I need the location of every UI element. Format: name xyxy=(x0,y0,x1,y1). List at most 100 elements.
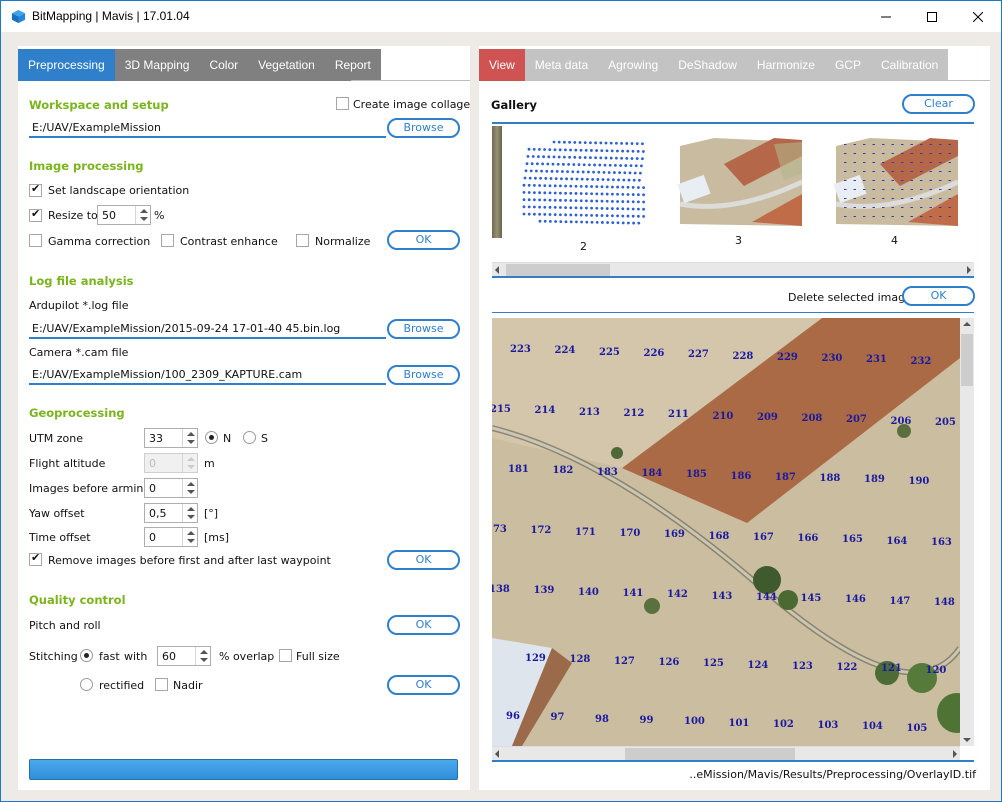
delete-selected-ok-button[interactable]: OK xyxy=(902,286,975,306)
spin-arrows-icon[interactable] xyxy=(195,647,210,665)
flight-point-dot xyxy=(585,220,589,224)
scroll-right-icon[interactable] xyxy=(967,266,971,274)
hemisphere-s-radio[interactable] xyxy=(243,431,256,444)
resize-spinbox[interactable]: 50 xyxy=(97,205,151,225)
flight-point-dot xyxy=(556,162,560,166)
spin-arrows-icon[interactable] xyxy=(182,429,197,447)
overlay-point-mark xyxy=(891,144,894,145)
gallery-thumbnail-flight-points[interactable] xyxy=(522,136,652,231)
flight-point-dot xyxy=(637,193,640,197)
scroll-down-icon[interactable] xyxy=(963,738,971,742)
overlay-vertical-scrollbar[interactable] xyxy=(960,318,974,746)
tab-view[interactable]: View xyxy=(479,49,525,81)
overlay-point-mark xyxy=(844,171,847,172)
contrast-checkbox[interactable] xyxy=(161,234,174,247)
tab-3d-mapping[interactable]: 3D Mapping xyxy=(114,49,200,81)
gallery-thumbnail-overlay[interactable] xyxy=(830,134,958,232)
camera-browse-button[interactable]: Browse xyxy=(387,365,460,385)
flight-point-dot xyxy=(547,155,551,159)
progress-bar xyxy=(29,759,458,780)
spin-arrows-icon[interactable] xyxy=(182,504,197,522)
flight-point-dot xyxy=(522,205,526,209)
overlay-point-mark xyxy=(910,171,913,172)
stitch-fast-radio[interactable] xyxy=(80,649,93,662)
overlap-spinbox[interactable]: 60 xyxy=(157,646,211,666)
overlay-horizontal-scrollbar[interactable] xyxy=(492,746,960,760)
pitch-roll-ok-button[interactable]: OK xyxy=(387,615,460,635)
overlay-point-mark xyxy=(853,216,856,217)
flight-point-dot xyxy=(641,142,644,146)
scrollbar-thumb[interactable] xyxy=(625,748,795,760)
close-button[interactable] xyxy=(955,1,1001,32)
gallery-horizontal-scrollbar[interactable] xyxy=(492,262,974,276)
flight-point-dot xyxy=(626,193,630,196)
stitch-rectified-radio[interactable] xyxy=(80,678,93,691)
overlay-point-mark xyxy=(901,171,904,172)
spin-arrows-icon[interactable] xyxy=(135,206,150,224)
scroll-right-icon[interactable] xyxy=(953,750,957,758)
flight-point-dot xyxy=(601,178,605,181)
tab-meta-data[interactable]: Meta data xyxy=(524,49,599,81)
flight-point-dot xyxy=(563,140,566,144)
flight-point-dot xyxy=(627,221,630,225)
spin-arrows-icon[interactable] xyxy=(182,528,197,546)
point-label: 144 xyxy=(756,591,777,603)
ardupilot-browse-button[interactable]: Browse xyxy=(387,319,460,339)
ardupilot-path-field[interactable]: E:/UAV/ExampleMission/2015-09-24 17-01-4… xyxy=(29,321,386,339)
tab-deshadow[interactable]: DeShadow xyxy=(668,49,747,81)
remove-images-checkbox[interactable] xyxy=(29,551,42,566)
tab-preprocessing[interactable]: Preprocessing xyxy=(18,49,115,81)
landscape-checkbox[interactable] xyxy=(29,182,42,197)
maximize-button[interactable] xyxy=(909,1,955,32)
normalize-checkbox[interactable] xyxy=(296,234,309,247)
tab-harmonize[interactable]: Harmonize xyxy=(746,49,825,81)
gallery-clear-button[interactable]: Clear xyxy=(902,94,975,114)
camera-path-field[interactable]: E:/UAV/ExampleMission/100_2309_KAPTURE.c… xyxy=(29,367,386,385)
nadir-checkbox[interactable] xyxy=(155,678,168,691)
overlay-point-mark xyxy=(910,198,913,199)
gallery-thumbnail-orthomosaic[interactable] xyxy=(674,134,802,232)
overlay-point-mark xyxy=(929,144,932,145)
spin-arrows-icon[interactable] xyxy=(182,479,197,497)
flight-point-dot xyxy=(522,198,526,201)
flight-point-dot xyxy=(633,171,637,175)
flight-point-dot xyxy=(548,205,552,209)
tab-gcp[interactable]: GCP xyxy=(824,49,871,81)
flight-point-dot xyxy=(585,192,588,196)
point-label: 103 xyxy=(817,720,839,732)
flight-point-dot xyxy=(527,147,531,151)
workspace-browse-button[interactable]: Browse xyxy=(387,118,460,138)
resize-checkbox[interactable] xyxy=(29,207,42,222)
tab-calibration[interactable]: Calibration xyxy=(870,49,949,81)
overlay-point-mark xyxy=(844,207,847,208)
time-offset-spinbox[interactable]: 0 xyxy=(144,527,198,547)
flight-point-dot xyxy=(541,162,544,166)
gallery-thumbnails[interactable]: 2 3 4 xyxy=(492,126,974,262)
images-before-arming-spinbox[interactable]: 0 xyxy=(144,478,198,498)
scroll-up-icon[interactable] xyxy=(963,322,971,326)
scroll-left-icon[interactable] xyxy=(495,750,499,758)
flight-point-dot xyxy=(602,170,606,174)
workspace-path-field[interactable]: E:/UAV/ExampleMission xyxy=(29,120,386,138)
geoprocessing-ok-button[interactable]: OK xyxy=(387,550,460,570)
full-size-checkbox[interactable] xyxy=(279,649,292,662)
yaw-offset-spinbox[interactable]: 0,5 xyxy=(144,503,198,523)
scroll-left-icon[interactable] xyxy=(495,266,499,274)
overlay-point-mark xyxy=(920,216,923,217)
gamma-checkbox[interactable] xyxy=(29,234,42,247)
minimize-button[interactable] xyxy=(863,1,909,32)
hemisphere-n-radio[interactable] xyxy=(205,431,218,444)
scrollbar-thumb[interactable] xyxy=(506,264,610,276)
image-processing-ok-button[interactable]: OK xyxy=(387,230,460,250)
tab-agrowing[interactable]: Agrowing xyxy=(598,49,669,81)
create-collage-checkbox[interactable] xyxy=(336,97,349,110)
tab-color[interactable]: Color xyxy=(199,49,249,81)
overlay-image-view[interactable]: 223 224 225 226 227 228 229 230 231 232 215 214 213 2… xyxy=(492,318,960,746)
stitching-ok-button[interactable]: OK xyxy=(387,675,460,695)
utm-zone-spinbox[interactable]: 33 xyxy=(144,428,198,448)
tab-report[interactable]: Report xyxy=(324,49,381,81)
flight-point-dot xyxy=(553,198,557,202)
gallery-thumbnail-partial[interactable] xyxy=(492,126,502,238)
tab-vegetation[interactable]: Vegetation xyxy=(248,49,325,81)
scrollbar-thumb[interactable] xyxy=(961,334,973,386)
